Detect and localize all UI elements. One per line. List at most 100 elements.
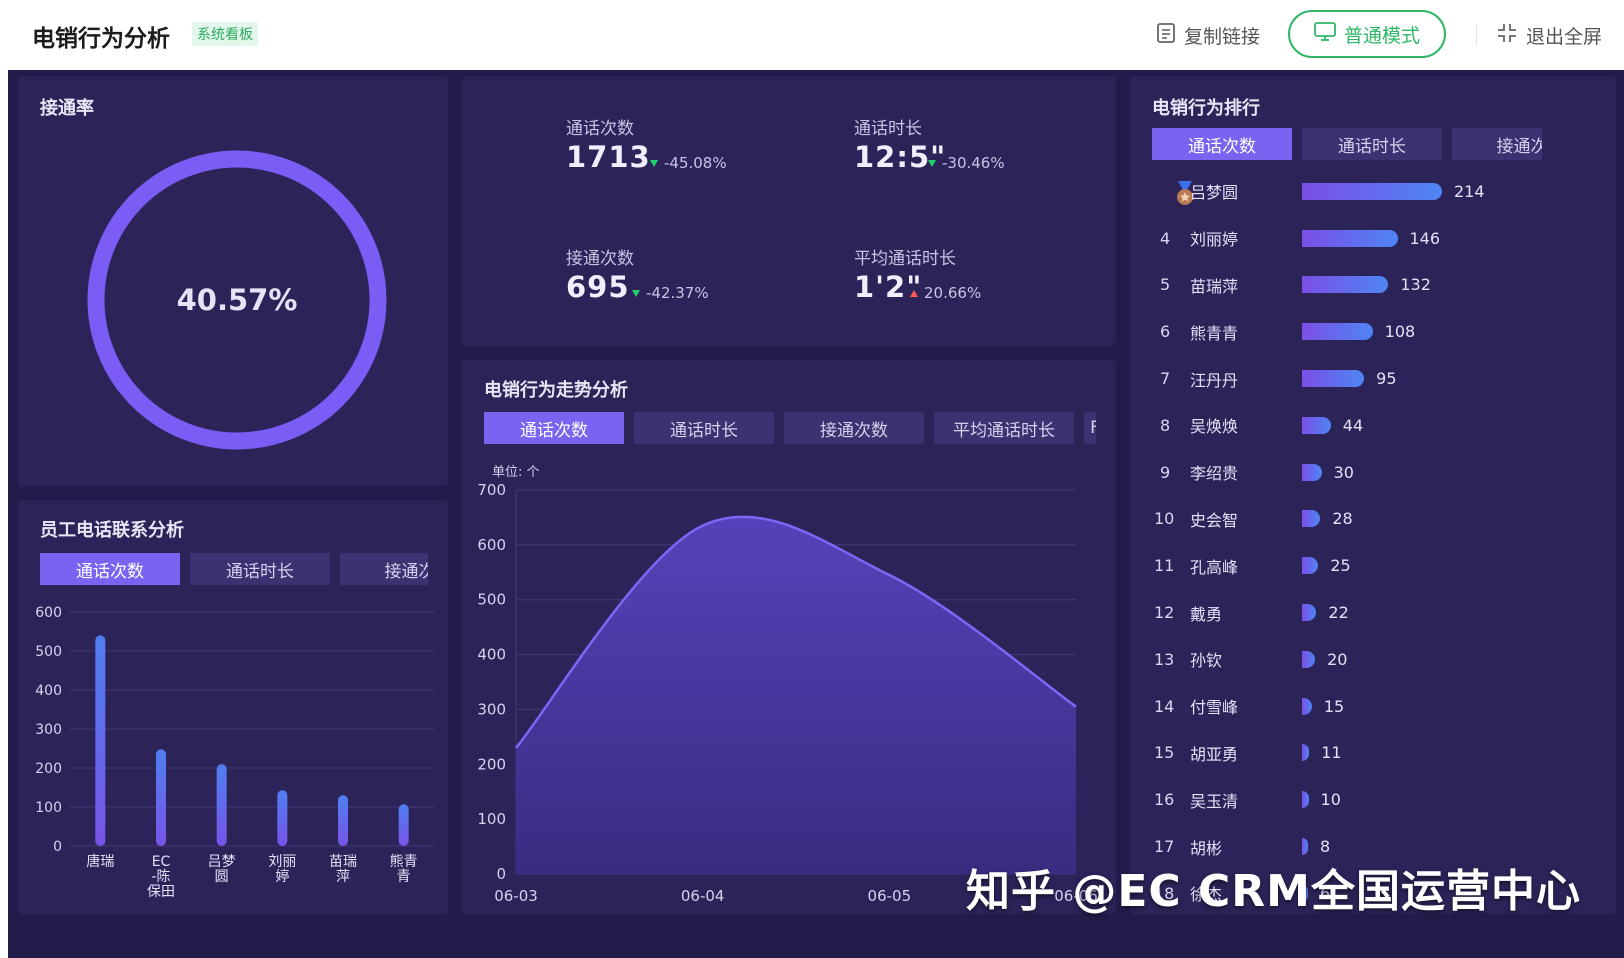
ranking-row: 11 孔高峰 25 [1152,542,1572,589]
rank-value: 214 [1454,181,1485,201]
stat-change: -42.37% [632,284,709,302]
trend-chart: 单位: 个 0 100 200 300 400 500 600 700 06-03 06-04 06… [477,465,1097,905]
rank-name: 史会智 [1190,510,1239,530]
x-tick-label: EC [152,854,171,870]
dashboard-badge: 系统看板 [192,22,258,46]
rank-value: 44 [1342,415,1364,435]
tab-connected-count[interactable]: 接通次 [1452,128,1542,160]
rank-value: 30 [1333,462,1354,482]
rank-bar [1302,510,1321,528]
rank-value: 20 [1327,649,1348,669]
x-tick-label: 06-03 [494,887,538,905]
up-arrow-icon [910,289,918,297]
rank-name: 付雪峰 [1190,698,1239,718]
ranking-row: 5 苗瑞萍 132 [1152,262,1572,309]
ranking-row: 16 吴玉清 10 [1152,776,1572,823]
rank-name: 孙钦 [1190,651,1223,671]
rank-value: 132 [1400,275,1431,295]
ranking-row: 6 熊青青 108 [1152,308,1572,355]
stat-change: -45.08% [650,154,727,172]
y-tick-label: 200 [477,755,506,773]
x-tick-label: 萍 [336,869,350,885]
x-tick-label: 唐瑞 [86,853,114,870]
ranking-tabs: 通话次数 通话时长 接通次 [1152,128,1542,160]
ranking-row: 9 李绍贵 30 [1152,449,1572,496]
rank-number: 14 [1154,696,1175,716]
ranking-list: 吕梦圆 214 4 刘丽婷 146 5 苗瑞萍 132 6 熊青青 108 7 汪丹丹 95 8 吴焕焕 44 9… [1152,168,1572,917]
rank-bar [1302,744,1310,762]
y-tick-label: 300 [477,700,506,718]
bar-熊青青 [398,804,409,846]
rank-value: 8 [1320,837,1331,857]
rank-bar [1302,416,1331,434]
bar-苗瑞萍 [338,795,348,846]
rank-number: 12 [1154,603,1175,623]
monitor-icon [1314,21,1336,47]
ranking-row: 吕梦圆 214 [1152,168,1572,215]
rank-value: 22 [1328,603,1349,623]
rank-value: 108 [1384,322,1416,342]
trend-unit-label: 单位: 个 [492,465,540,480]
rank-name: 汪丹丹 [1190,370,1239,390]
rank-number: 4 [1160,228,1171,248]
ranking-row: 7 汪丹丹 95 [1152,355,1572,402]
x-tick-label: 青 [397,869,411,885]
rank-bar [1302,557,1319,575]
normal-mode-button[interactable]: 普通模式 [1288,10,1446,58]
copy-link-button[interactable]: 复制链接 [1156,22,1260,49]
x-tick-label: 婷 [275,869,289,885]
y-tick-label: 500 [477,591,506,609]
rank-bar [1302,370,1365,388]
connect-rate-value: 40.57% [177,283,298,317]
rank-bar [1302,650,1316,668]
trend-area [516,516,1076,874]
tab-call-duration[interactable]: 通话时长 [1302,128,1442,160]
down-arrow-icon [632,289,640,297]
stat-value: 695 [566,270,630,304]
watermark: 知乎 @EC CRM全国运营中心 [966,866,1581,917]
connect-rate-panel: 接通率 40.57% [18,76,448,486]
rank-name: 苗瑞萍 [1190,276,1239,296]
rank-value: 28 [1332,509,1353,529]
bar-吕梦圆 [216,764,227,846]
stat-label: 平均通话时长 [854,249,956,269]
ranking-row: 8 吴焕焕 44 [1152,402,1572,449]
y-tick-label: 700 [477,481,506,499]
rank-value: 10 [1320,790,1341,810]
y-tick-label: 0 [53,839,62,855]
rank-bar [1302,276,1389,294]
rank-number: 11 [1154,556,1175,576]
exit-fullscreen-button[interactable]: 退出全屏 [1496,22,1602,49]
rank-bar [1302,229,1398,247]
rank-number: 7 [1160,369,1171,389]
ranking-row: 12 戴勇 22 [1152,589,1572,636]
rank-value: 25 [1330,556,1351,576]
stat-label: 接通次数 [566,249,634,269]
bar-EC-陈保田 [156,749,166,846]
rank-name: 刘丽婷 [1190,230,1239,250]
stats-panel: 通话次数 1713 -45.08% 通话时长 12:5" -30.46% 接通次… [462,76,1116,346]
rank-bar [1302,791,1309,809]
y-tick-label: 600 [477,536,506,554]
ranking-row: 13 孙钦 20 [1152,636,1572,683]
stat-change-value: -45.08% [664,154,727,172]
rank-number: 13 [1154,649,1175,669]
stat-change-value: -30.46% [942,154,1005,172]
x-tick-label: 刘丽 [268,854,296,870]
y-tick-label: 100 [35,800,62,816]
ranking-row: 15 胡亚勇 11 [1152,730,1572,777]
connect-rate-ring: 40.57% [87,150,387,450]
rank-value: 146 [1409,228,1441,248]
y-tick-label: 400 [35,683,62,699]
top-bar: 电销行为分析 系统看板 复制链接 普通模式 退出全屏 [8,0,1624,70]
stat-label: 通话次数 [566,119,634,139]
x-tick-label: -陈 [151,868,170,885]
rank-number: 5 [1160,275,1171,295]
exit-fullscreen-icon [1496,22,1518,49]
y-tick-label: 0 [496,865,506,883]
bar-刘丽婷 [277,790,288,846]
rank-name: 胡亚勇 [1190,744,1239,764]
tab-call-count[interactable]: 通话次数 [1152,128,1292,160]
rank-bar [1302,182,1442,200]
y-tick-label: 500 [35,644,62,660]
